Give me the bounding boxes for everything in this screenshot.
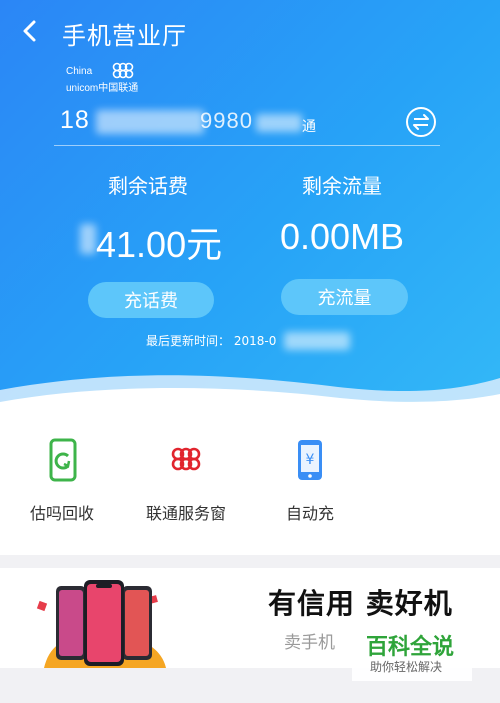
masked-fee-digit <box>80 224 96 254</box>
last-updated: 最后更新时间： 2018-0 <box>146 332 276 349</box>
logo-line1: China <box>66 66 93 77</box>
masked-date <box>284 332 350 350</box>
data-label: 剩余流量 <box>302 174 382 198</box>
data-value: 0.00MB <box>280 216 405 257</box>
updated-value: 2018-0 <box>233 334 277 348</box>
recharge-fee-button[interactable]: 充话费 <box>88 282 214 318</box>
watermark-title: 百科全说 <box>366 635 455 660</box>
masked-digits <box>96 110 204 134</box>
phone-prefix: 18 <box>60 106 90 134</box>
unicom-knot-icon <box>112 62 134 79</box>
phone-suffix: 9980 <box>200 108 253 133</box>
account-header: 手机营业厅 China unicom中国联通 18 9980 通 剩余话费 剩余… <box>0 0 500 410</box>
back-arrow-icon[interactable] <box>18 18 44 44</box>
recharge-data-button[interactable]: 充流量 <box>281 279 408 315</box>
watermark-subtitle: 助你轻松解决 <box>370 660 443 674</box>
header-wave <box>0 375 500 410</box>
service-auto-recharge[interactable]: ¥ 自动充 <box>235 438 385 524</box>
divider <box>54 145 440 146</box>
masked-name <box>256 114 302 132</box>
unicom-knot-icon <box>171 447 201 471</box>
banner-subtitle: 卖手机 <box>284 633 335 653</box>
phone-tail: 通 <box>302 119 316 135</box>
page-title: 手机营业厅 <box>62 22 187 50</box>
baike-watermark: 百科全说 助你轻松解决 <box>352 623 472 681</box>
phones-illustration <box>36 580 166 668</box>
logo-line2: unicom中国联通 <box>66 83 139 94</box>
service-label: 自动充 <box>285 504 334 523</box>
svg-text:¥: ¥ <box>306 452 315 468</box>
fee-label: 剩余话费 <box>108 174 188 198</box>
yuan-phone-icon: ¥ <box>298 440 322 480</box>
unicom-logo: China unicom中国联通 <box>66 62 148 94</box>
updated-label: 最后更新时间： <box>146 334 231 348</box>
recycle-phone-icon <box>49 438 77 482</box>
switch-account-icon[interactable] <box>405 106 437 138</box>
phone-number: 18 <box>60 106 90 135</box>
fee-value: 41.00元 <box>96 224 223 265</box>
banner-slogan: 有信用 卖好机 <box>268 587 453 620</box>
service-grid: 估吗回收 联通服务窗 ¥ 自动充 <box>0 410 500 555</box>
phone-suffix-digits: 9980 <box>200 108 253 134</box>
